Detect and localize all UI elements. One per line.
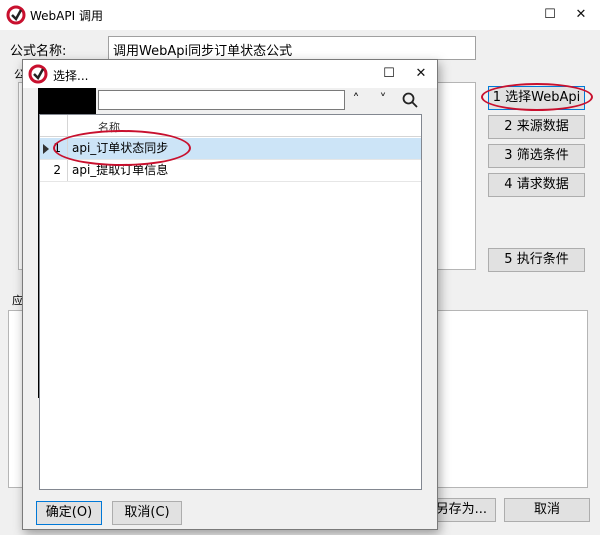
app-logo-icon xyxy=(6,5,26,25)
dialog-close-button[interactable]: ✕ xyxy=(406,63,436,85)
request-data-button[interactable]: 4 请求数据 xyxy=(488,173,585,197)
chevron-up-icon[interactable]: ˄ xyxy=(346,90,366,110)
dialog-maximize-button[interactable]: ☐ xyxy=(374,63,404,85)
source-data-button[interactable]: 2 来源数据 xyxy=(488,115,585,139)
app-logo-icon xyxy=(28,64,48,84)
formula-name-input[interactable]: 调用WebApi同步订单状态公式 xyxy=(108,36,476,60)
dialog-cancel-button[interactable]: 取消(C) xyxy=(112,501,182,525)
window-title: WebAPI 调用 xyxy=(30,9,103,23)
search-input[interactable] xyxy=(98,90,345,110)
ok-button[interactable]: 确定(O) xyxy=(36,501,102,525)
row-number: 2 xyxy=(40,160,68,181)
highlight-annotation xyxy=(481,83,593,111)
execute-condition-button[interactable]: 5 执行条件 xyxy=(488,248,585,272)
highlight-annotation xyxy=(53,130,191,166)
dialog-titlebar: 选择... ☐ ✕ xyxy=(23,60,437,88)
close-button[interactable]: ✕ xyxy=(566,4,596,26)
cancel-button[interactable]: 取消 xyxy=(504,498,590,522)
results-grid: 名称 1 api_订单状态同步 2 api_提取订单信息 xyxy=(39,114,422,490)
dialog-title: 选择... xyxy=(53,69,89,83)
chevron-down-icon[interactable]: ˅ xyxy=(373,90,393,110)
current-row-arrow-icon xyxy=(43,144,49,154)
main-titlebar: WebAPI 调用 ☐ ✕ xyxy=(0,0,600,30)
select-dialog: 选择... ☐ ✕ ˄ ˅ 名称 1 api_订单状态同步 2 api_提取订单… xyxy=(22,59,438,530)
search-icon[interactable] xyxy=(400,90,420,110)
filter-condition-button[interactable]: 3 筛选条件 xyxy=(488,144,585,168)
maximize-button[interactable]: ☐ xyxy=(535,4,565,26)
formula-name-label: 公式名称: xyxy=(10,44,67,59)
row-header-corner xyxy=(40,115,68,137)
